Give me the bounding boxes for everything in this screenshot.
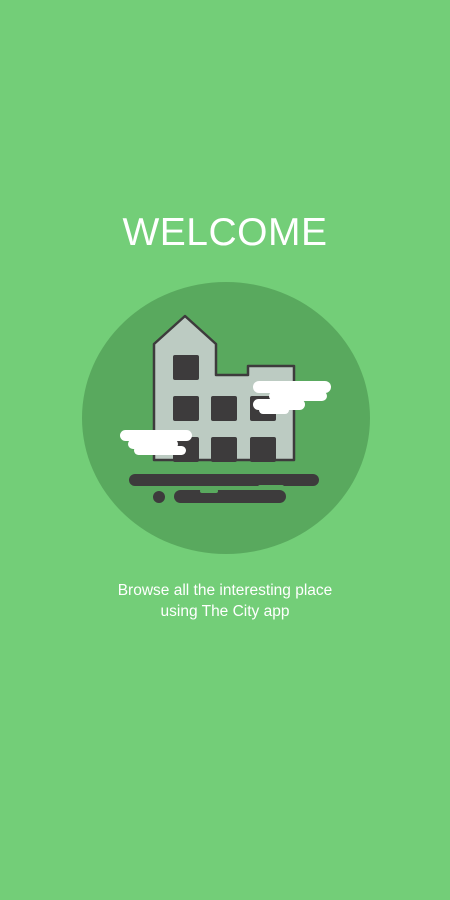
welcome-caption: Browse all the interesting place using T… (40, 580, 410, 622)
welcome-screen: WELCOME Browse all the interesting place… (0, 0, 450, 900)
building-icon (82, 282, 370, 554)
caption-line-2: using The City app (160, 603, 290, 620)
city-building-illustration (82, 282, 370, 554)
welcome-title: WELCOME (122, 211, 328, 254)
caption-line-1: Browse all the interesting place (117, 582, 333, 599)
